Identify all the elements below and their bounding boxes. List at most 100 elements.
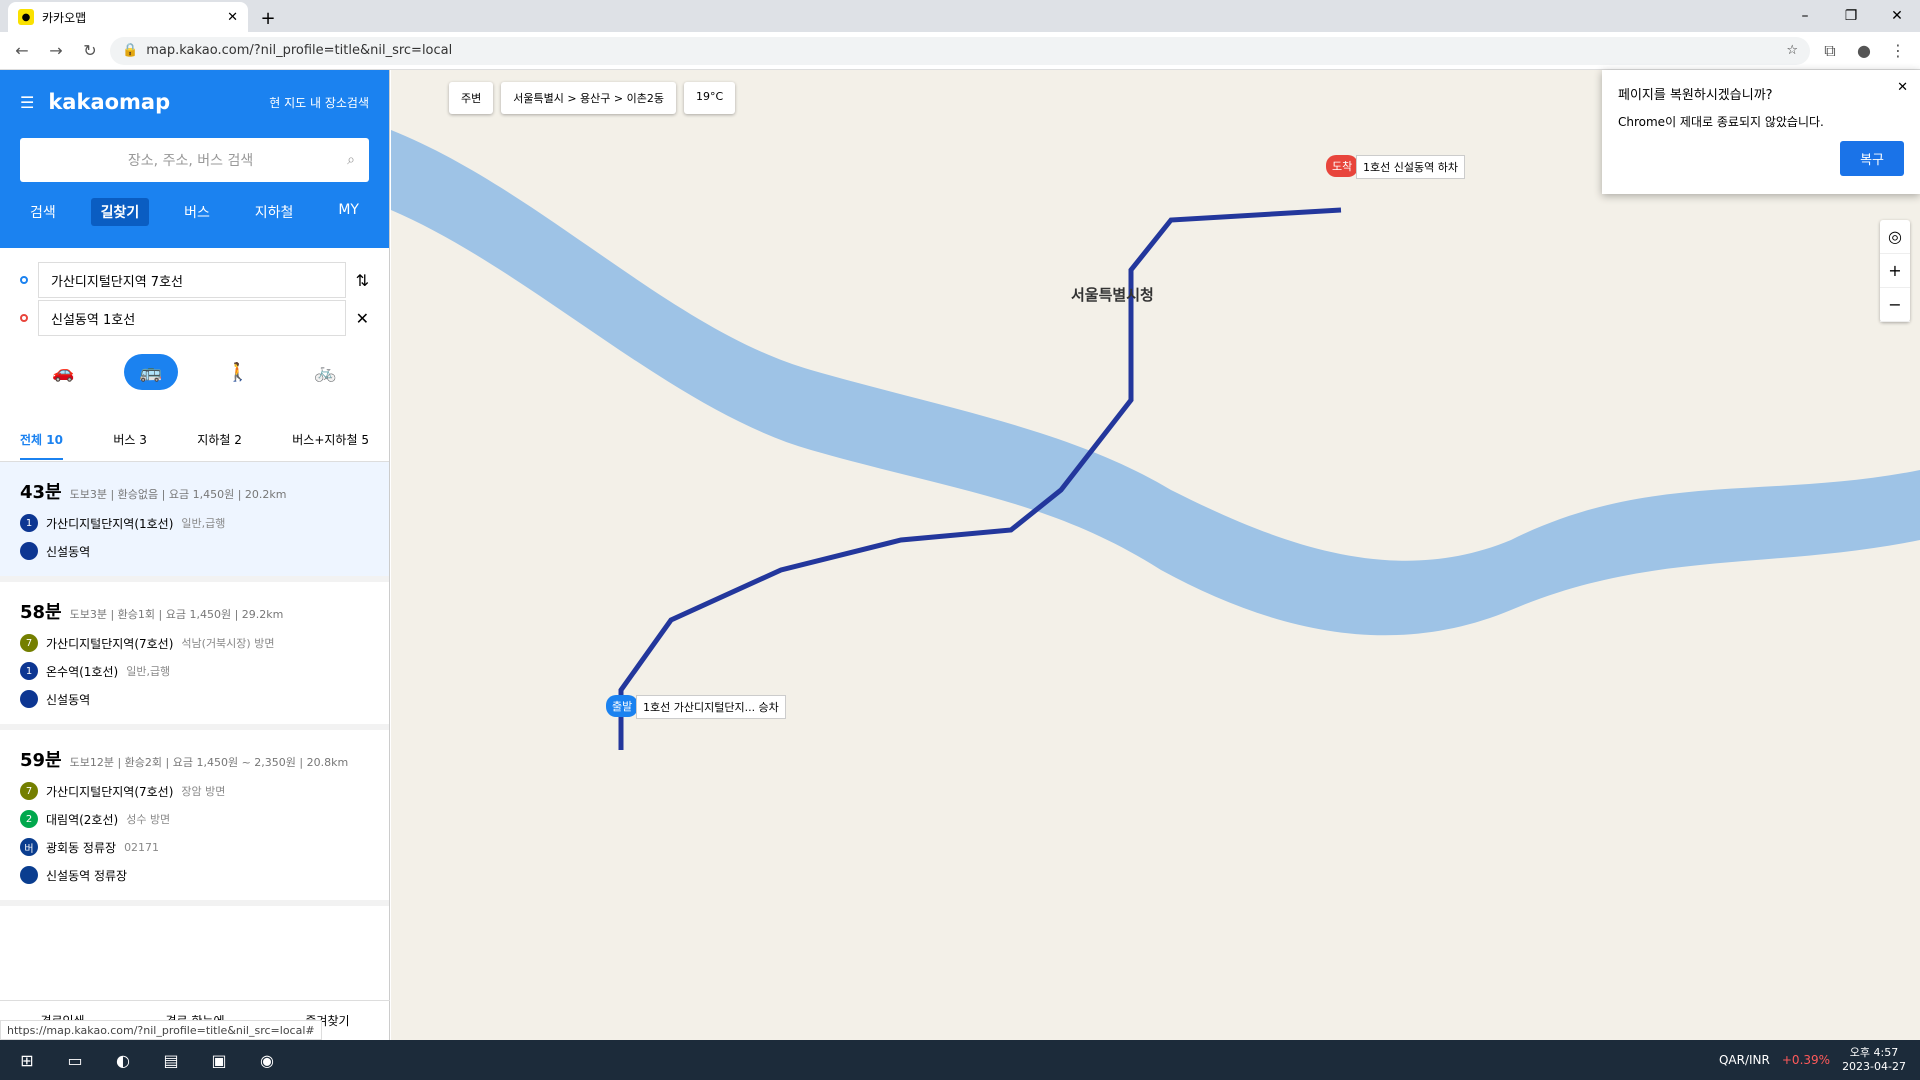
route-result[interactable]: 58분 도보3분 | 환승1회 | 요금 1,450원 | 29.2km 7 가산디지… <box>0 582 389 730</box>
sidebar: ☰ kakaomap 현 지도 내 장소검색 장소, 주소, 버스 검색 ⌕ 검… <box>0 70 390 1040</box>
bookmark-star-icon[interactable]: ☆ <box>1786 43 1798 58</box>
edge-icon[interactable]: ◐ <box>110 1047 136 1073</box>
route-result[interactable]: 43분 도보3분 | 환승없음 | 요금 1,450원 | 20.2km 1 가산디지… <box>0 462 389 582</box>
step-name: 가산디지털단지역(1호선) <box>46 516 174 531</box>
dialog-title: 페이지를 복원하시겠습니까? <box>1618 88 1773 103</box>
back-icon[interactable]: ← <box>8 37 36 65</box>
ticker-label[interactable]: QAR/INR <box>1719 1053 1770 1067</box>
search-icon[interactable]: ⌕ <box>347 152 355 168</box>
origin-field[interactable]: 가산디지털단지역 7호선 <box>38 262 346 298</box>
explorer-icon[interactable]: ▤ <box>158 1047 184 1073</box>
results-list: 43분 도보3분 | 환승없음 | 요금 1,450원 | 20.2km 1 가산디지… <box>0 462 389 906</box>
map-canvas[interactable]: 서울특별시청 주변 서울특별시 > 용산구 > 이촌2동 19°C 출발 1호선… <box>391 70 1920 1040</box>
end-popup[interactable]: 1호선 신설동역 하차 <box>1356 155 1465 179</box>
window-controls: – ❐ ✕ <box>1782 0 1920 32</box>
filter-bus[interactable]: 버스 3 <box>113 431 147 448</box>
search-placeholder: 장소, 주소, 버스 검색 <box>127 153 254 169</box>
map-toolbar: 주변 서울특별시 > 용산구 > 이촌2동 19°C <box>449 82 736 114</box>
line-badge: 버 <box>20 838 38 856</box>
lock-icon: 🔒 <box>122 43 139 58</box>
line-badge <box>20 866 38 884</box>
zoom-in-icon[interactable]: + <box>1880 254 1910 288</box>
store-icon[interactable]: ▣ <box>206 1047 232 1073</box>
tab-directions[interactable]: 길찾기 <box>90 198 150 226</box>
tab-title: 카카오맵 <box>42 10 87 25</box>
step-name: 신설동역 정류장 <box>46 868 128 883</box>
dialog-body: Chrome이 제대로 종료되지 않았습니다. <box>1618 115 1824 129</box>
filter-all[interactable]: 전체 10 <box>20 431 63 460</box>
restore-button[interactable]: 복구 <box>1840 141 1904 176</box>
chrome-icon[interactable]: ◉ <box>254 1047 280 1073</box>
result-meta: 도보3분 | 환승없음 | 요금 1,450원 | 20.2km <box>69 488 287 501</box>
minimize-button[interactable]: – <box>1782 0 1828 32</box>
filter-bus-subway[interactable]: 버스+지하철 5 <box>292 431 369 448</box>
clock-time[interactable]: 오후 4:57 <box>1842 1046 1906 1060</box>
profile-icon[interactable]: ● <box>1850 37 1878 65</box>
route-step: 1 가산디지털단지역(1호선) 일반,급행 <box>20 514 369 532</box>
transit-icon[interactable]: 🚌 <box>123 354 178 390</box>
dialog-close-icon[interactable]: ✕ <box>1897 80 1908 95</box>
step-sub: 일반,급행 <box>126 665 171 678</box>
map-graphic: 서울특별시청 <box>391 130 1920 750</box>
destination-field[interactable]: 신설동역 1호선 <box>38 300 346 336</box>
tab-subway[interactable]: 지하철 <box>245 198 304 226</box>
start-popup[interactable]: 1호선 가산디지털단지... 승차 <box>636 695 786 719</box>
destination-dot-icon <box>20 314 28 322</box>
nearby-button[interactable]: 주변 <box>449 82 494 114</box>
city-hall-label: 서울특별시청 <box>1071 286 1154 304</box>
line-badge: 2 <box>20 810 38 828</box>
end-marker[interactable]: 도착 <box>1326 155 1359 177</box>
start-icon[interactable]: ⊞ <box>14 1047 40 1073</box>
locate-icon[interactable]: ◎ <box>1880 220 1910 254</box>
zoom-out-icon[interactable]: − <box>1880 288 1910 322</box>
route-result[interactable]: 59분 도보12분 | 환승2회 | 요금 1,450원 ~ 2,350원 | 2… <box>0 730 389 906</box>
step-sub: 일반,급행 <box>181 517 226 530</box>
tab-my[interactable]: MY <box>328 198 369 226</box>
swap-icon[interactable]: ⇅ <box>356 271 369 290</box>
result-time: 59분 <box>20 750 62 771</box>
task-view-icon[interactable]: ▭ <box>62 1047 88 1073</box>
new-tab-button[interactable]: + <box>254 4 282 32</box>
browser-toolbar: ← → ↻ 🔒 map.kakao.com/?nil_profile=title… <box>0 32 1920 70</box>
step-name: 광회동 정류장 <box>46 840 117 855</box>
reload-icon[interactable]: ↻ <box>76 37 104 65</box>
route-step: 버 광회동 정류장 02171 <box>20 838 369 856</box>
step-sub: 장암 방면 <box>181 785 226 798</box>
line-badge: 7 <box>20 634 38 652</box>
maximize-button[interactable]: ❐ <box>1828 0 1874 32</box>
hamburger-icon[interactable]: ☰ <box>20 93 34 112</box>
line-badge <box>20 690 38 708</box>
clear-icon[interactable]: ✕ <box>356 309 369 328</box>
sidebar-header: ☰ kakaomap 현 지도 내 장소검색 장소, 주소, 버스 검색 ⌕ 검… <box>0 70 389 248</box>
start-marker[interactable]: 출발 <box>606 695 639 717</box>
result-filters: 전체 10 버스 3 지하철 2 버스+지하철 5 <box>0 418 389 462</box>
filter-subway[interactable]: 지하철 2 <box>197 431 242 448</box>
forward-icon[interactable]: → <box>42 37 70 65</box>
route-step: 1 온수역(1호선) 일반,급행 <box>20 662 369 680</box>
menu-icon[interactable]: ⋮ <box>1884 37 1912 65</box>
car-icon[interactable]: 🚗 <box>37 354 91 390</box>
address-bar[interactable]: 🔒 map.kakao.com/?nil_profile=title&nil_s… <box>110 36 1810 65</box>
browser-tab[interactable]: ● 카카오맵 ✕ <box>8 2 248 32</box>
tab-strip: ● 카카오맵 ✕ + – ❐ ✕ <box>0 0 1920 32</box>
han-river <box>391 130 1920 636</box>
extensions-icon[interactable]: ⧉ <box>1816 37 1844 65</box>
result-header: 59분 도보12분 | 환승2회 | 요금 1,450원 ~ 2,350원 | 2… <box>20 746 369 772</box>
walk-icon[interactable]: 🚶 <box>211 354 265 390</box>
weather-badge: 19°C <box>684 82 736 114</box>
line-badge <box>20 542 38 560</box>
origin-dot-icon <box>20 276 28 284</box>
close-window-button[interactable]: ✕ <box>1874 0 1920 32</box>
close-tab-icon[interactable]: ✕ <box>227 10 238 25</box>
ticker-change: +0.39% <box>1781 1053 1831 1067</box>
tab-search[interactable]: 검색 <box>20 198 66 226</box>
status-url: https://map.kakao.com/?nil_profile=title… <box>0 1020 322 1040</box>
step-name: 가산디지털단지역(7호선) <box>46 636 174 651</box>
route-step: 7 가산디지털단지역(7호선) 장암 방면 <box>20 782 369 800</box>
search-input[interactable]: 장소, 주소, 버스 검색 ⌕ <box>20 138 369 182</box>
nav-tabs: 검색 길찾기 버스 지하철 MY <box>20 198 369 226</box>
bike-icon[interactable]: 🚲 <box>298 354 352 390</box>
local-search-checkbox[interactable]: 현 지도 내 장소검색 <box>269 94 369 111</box>
url-text: map.kakao.com/?nil_profile=title&nil_src… <box>146 43 453 58</box>
tab-bus[interactable]: 버스 <box>174 198 220 226</box>
